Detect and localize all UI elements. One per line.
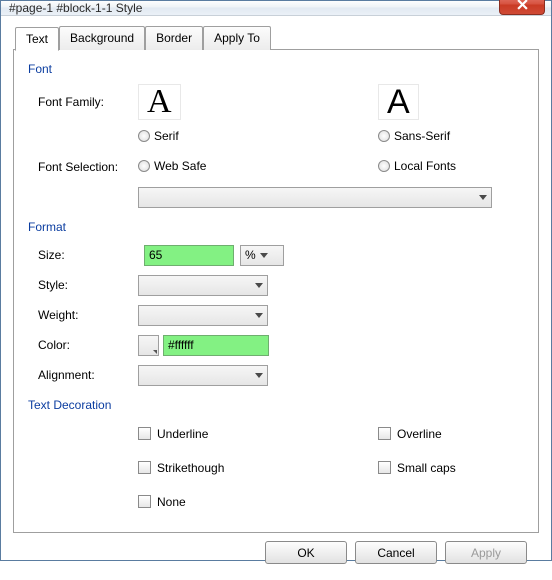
radio-icon bbox=[378, 130, 390, 142]
serif-sample-icon: A bbox=[138, 84, 181, 120]
format-section-title: Format bbox=[28, 220, 524, 234]
tab-background[interactable]: Background bbox=[59, 26, 145, 50]
checkbox-strikethrough[interactable]: Strikethough bbox=[138, 461, 224, 475]
style-dialog: #page-1 #block-1-1 Style Text Background… bbox=[0, 0, 552, 561]
chevron-down-icon bbox=[255, 373, 263, 378]
radio-web-safe[interactable]: Web Safe bbox=[138, 159, 206, 173]
size-unit-combo[interactable]: % bbox=[240, 245, 284, 266]
weight-combo[interactable] bbox=[138, 305, 268, 326]
radio-serif[interactable]: Serif bbox=[138, 129, 179, 143]
checkbox-icon bbox=[138, 461, 151, 474]
chevron-down-icon bbox=[260, 253, 268, 258]
color-label: Color: bbox=[38, 338, 138, 352]
radio-sans-serif[interactable]: Sans-Serif bbox=[378, 129, 450, 143]
font-family-label: Font Family: bbox=[38, 95, 138, 109]
alignment-combo[interactable] bbox=[138, 365, 268, 386]
dialog-footer: OK Cancel Apply bbox=[13, 533, 539, 572]
chevron-down-icon bbox=[479, 195, 487, 200]
tab-border[interactable]: Border bbox=[145, 26, 203, 50]
style-label: Style: bbox=[38, 278, 138, 292]
size-label: Size: bbox=[38, 248, 138, 262]
checkbox-icon bbox=[138, 495, 151, 508]
content-area: Text Background Border Apply To Font Fon… bbox=[1, 16, 551, 580]
radio-websafe-label: Web Safe bbox=[154, 159, 206, 173]
size-unit-value: % bbox=[245, 248, 256, 262]
tab-apply-to[interactable]: Apply To bbox=[203, 26, 271, 50]
checkbox-underline[interactable]: Underline bbox=[138, 427, 208, 441]
radio-icon bbox=[378, 160, 390, 172]
font-select-combo[interactable] bbox=[138, 187, 492, 208]
radio-serif-label: Serif bbox=[154, 129, 179, 143]
tab-panel-text: Font Font Family: A A Serif Sans-Serif bbox=[13, 49, 539, 533]
checkbox-icon bbox=[138, 427, 151, 440]
checkbox-icon bbox=[378, 461, 391, 474]
font-section-title: Font bbox=[28, 62, 524, 76]
tab-text[interactable]: Text bbox=[15, 27, 59, 51]
close-button[interactable] bbox=[499, 0, 545, 15]
color-swatch-button[interactable] bbox=[138, 335, 159, 356]
style-combo[interactable] bbox=[138, 275, 268, 296]
radio-local-fonts[interactable]: Local Fonts bbox=[378, 159, 456, 173]
chevron-down-icon bbox=[255, 283, 263, 288]
radio-sans-label: Sans-Serif bbox=[394, 129, 450, 143]
weight-label: Weight: bbox=[38, 308, 138, 322]
alignment-label: Alignment: bbox=[38, 368, 138, 382]
size-input[interactable] bbox=[144, 245, 234, 266]
decoration-section-title: Text Decoration bbox=[28, 398, 524, 412]
close-icon bbox=[517, 0, 528, 10]
sans-sample-icon: A bbox=[378, 84, 419, 120]
dropdown-triangle-icon bbox=[153, 350, 157, 354]
checkbox-none[interactable]: None bbox=[138, 495, 186, 509]
tabstrip: Text Background Border Apply To bbox=[13, 26, 539, 50]
checkbox-small-caps[interactable]: Small caps bbox=[378, 461, 456, 475]
chevron-down-icon bbox=[255, 313, 263, 318]
window-title: #page-1 #block-1-1 Style bbox=[9, 1, 499, 15]
radio-icon bbox=[138, 130, 150, 142]
color-input[interactable] bbox=[163, 335, 269, 356]
font-selection-label: Font Selection: bbox=[38, 160, 138, 174]
radio-local-label: Local Fonts bbox=[394, 159, 456, 173]
titlebar: #page-1 #block-1-1 Style bbox=[1, 1, 551, 16]
checkbox-icon bbox=[378, 427, 391, 440]
radio-icon bbox=[138, 160, 150, 172]
checkbox-overline[interactable]: Overline bbox=[378, 427, 442, 441]
